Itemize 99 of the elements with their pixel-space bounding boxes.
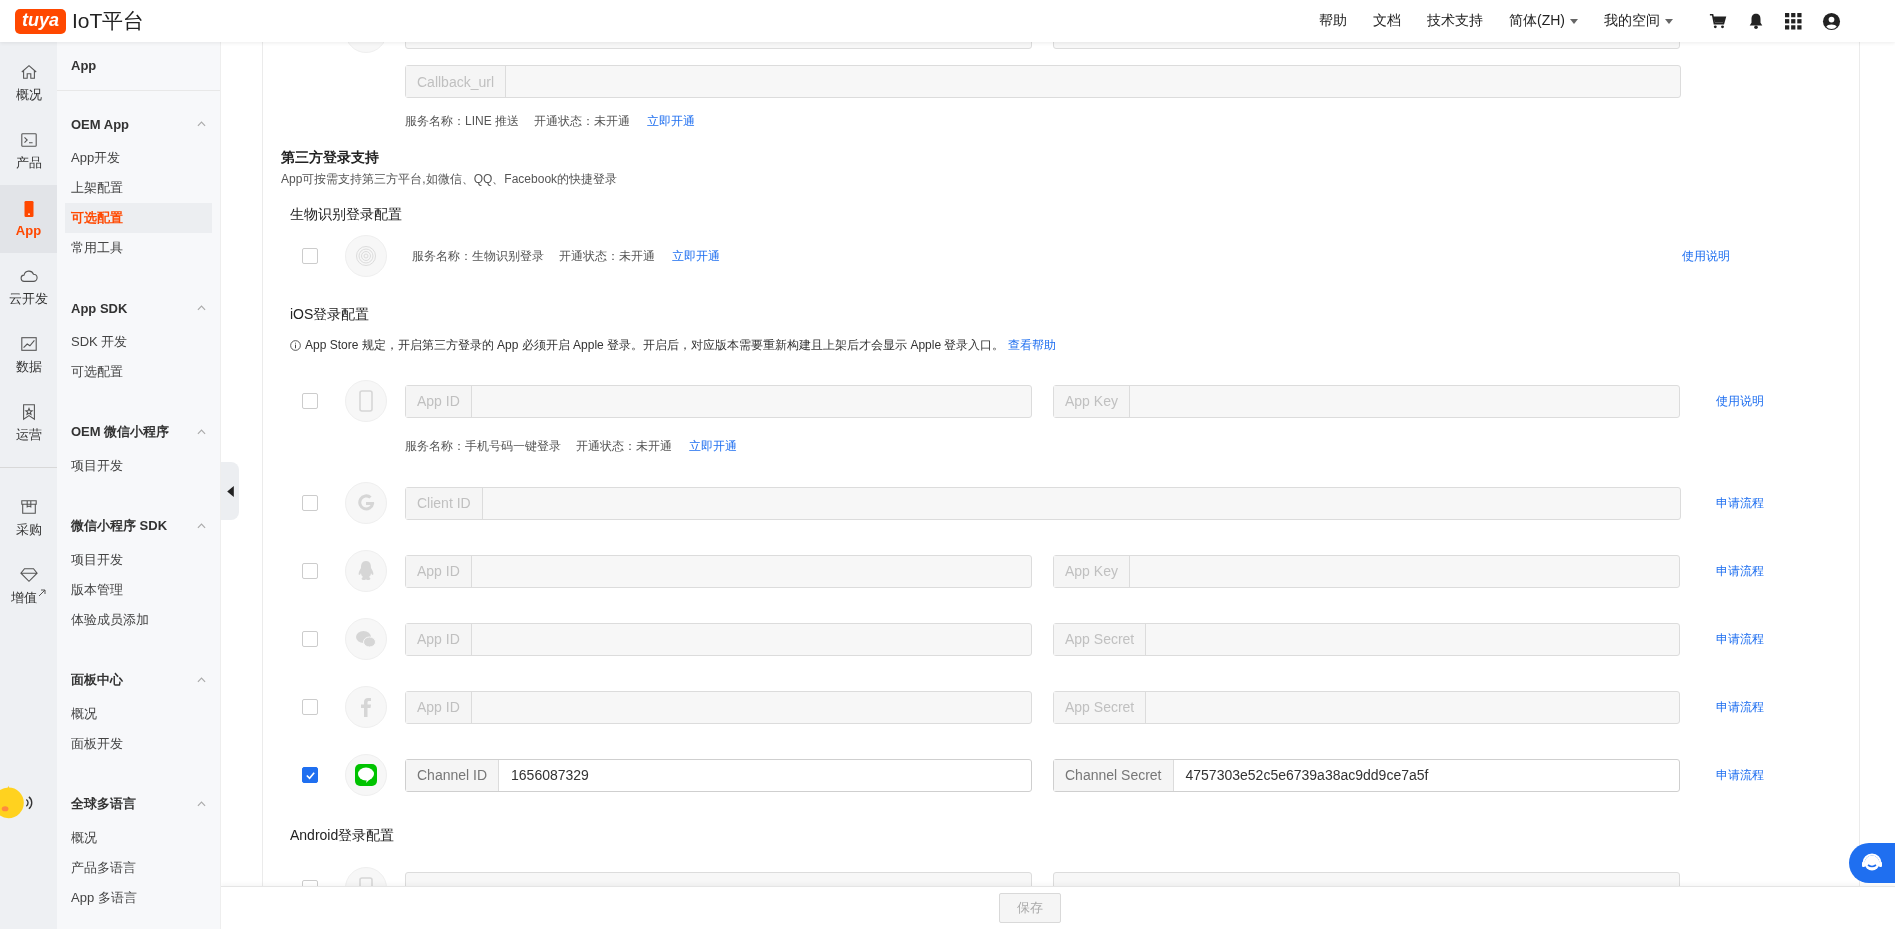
activate-link[interactable]: 立即开通 [647,112,695,130]
section-title: 第三方登录支持 [281,148,380,167]
input-field[interactable]: Channel ID 1656087329 [405,758,1032,792]
service-name: 服务名称：生物识别登录 [412,247,544,265]
notice-text: App Store 规定，开启第三方登录的 App 必须开启 Apple 登录。开启后，对应版本需要重新构建且上架后才会显示 Apple 登录入口。 [305,336,1005,354]
help-link[interactable]: 查看帮助 [1008,336,1057,354]
caret-icon [1665,18,1673,24]
chevron-icon [197,121,206,127]
home-icon [19,62,38,81]
activate-link[interactable]: 立即开通 [672,247,720,265]
chat-bubbles-icon [345,618,387,660]
menu-item[interactable]: 概况 [65,823,212,853]
menu-item[interactable]: 上架配置 [65,173,212,203]
service-name: 服务名称：LINE 推送 [405,112,519,130]
checkbox[interactable] [302,495,318,511]
chevron-icon [197,305,206,311]
input-field[interactable]: Channel Secret 4757303e52c5e6739a38ac9dd9ce7a5f [1053,758,1680,792]
menu-group-header[interactable]: 全球多语言 [57,789,220,819]
field-value: 4757303e52c5e6739a38ac9dd9ce7a5f [1185,767,1429,783]
field-value: 1656087329 [511,767,589,783]
chart-icon [19,334,38,353]
diamond-icon [19,565,38,584]
menu-title: App [57,42,220,91]
menu-item[interactable]: 常用工具 [65,233,212,263]
menu-group-header[interactable]: 面板中心 [57,665,220,695]
terminal-icon [19,130,38,149]
service-status: 开通状态：未开通 [534,112,630,130]
menu-item[interactable]: SDK 开发 [65,327,212,357]
rail-item[interactable]: 增值 [0,552,57,620]
activate-link[interactable]: 立即开通 [689,437,737,455]
service-name: 服务名称：手机号码一键登录 [405,437,561,455]
field-label: Channel ID [406,759,500,791]
menu-group-header[interactable]: OEM 微信小程序 [57,417,220,447]
menu-item[interactable]: 可选配置 [65,357,212,387]
menu-item[interactable]: App 多语言 [65,883,212,913]
rail-item[interactable]: 产品 [0,117,57,185]
caret-icon [1570,18,1578,24]
checkbox[interactable] [302,248,318,264]
apps-grid-icon[interactable] [1785,12,1802,30]
chevron-icon [197,429,206,435]
subsection-title: 生物识别登录配置 [289,205,403,224]
nav-link[interactable]: 帮助 [1319,12,1347,30]
checkbox[interactable] [302,393,318,409]
rail-item[interactable]: 数据 [0,321,57,389]
checkmark-icon [304,769,316,781]
rail-item[interactable]: 运营 [0,389,57,457]
collapse-handle[interactable] [221,462,239,520]
platform-title: IoT平台 [72,8,145,34]
service-status: 开通状态：未开通 [559,247,655,265]
line-chat-icon [345,754,387,796]
checkbox[interactable] [302,699,318,715]
menu-group-header[interactable]: 微信小程序 SDK [57,511,220,541]
rail-item[interactable]: 采购 [0,484,57,552]
support-button[interactable] [1849,843,1895,883]
menu-item[interactable]: 面板开发 [65,729,212,759]
menu-group-header[interactable]: OEM App [57,109,220,139]
process-link[interactable]: 使用说明 [1716,392,1764,410]
penguin-icon [345,550,387,592]
menu-item[interactable]: 项目开发 [65,451,212,481]
menu-item[interactable]: 体验成员添加 [65,605,212,635]
fingerprint-icon [345,235,387,277]
section-description: App可按需支持第三方平台,如微信、QQ、Facebook的快捷登录 [281,171,619,188]
checkbox[interactable] [302,767,318,783]
process-link[interactable]: 申请流程 [1716,562,1764,580]
rail-item[interactable]: 概况 [0,49,57,117]
rail-item[interactable]: 云开发 [0,253,57,321]
process-link[interactable]: 申请流程 [1716,766,1764,784]
subsection-title: iOS登录配置 [289,305,371,324]
info-icon [290,339,301,351]
menu-item[interactable]: 产品多语言 [65,853,212,883]
checkbox[interactable] [302,631,318,647]
chevron-icon [197,523,206,529]
field-label: Channel Secret [1054,759,1174,791]
phone-icon [345,380,387,422]
menu-item[interactable]: 版本管理 [65,575,212,605]
menu-item[interactable]: 项目开发 [65,545,212,575]
bell-icon[interactable] [1747,12,1765,30]
cart-icon[interactable] [1709,12,1727,30]
chevron-icon [197,801,206,807]
nav-link[interactable]: 我的空间 [1604,12,1673,30]
chevron-icon [197,677,206,683]
process-link[interactable]: 申请流程 [1716,630,1764,648]
user-icon[interactable] [1822,11,1841,31]
menu-item[interactable]: App开发 [65,143,212,173]
instructions-link[interactable]: 使用说明 [1682,247,1730,265]
nav-link[interactable]: 简体(ZH) [1509,12,1578,30]
process-link[interactable]: 申请流程 [1716,698,1764,716]
external-link-icon [38,588,46,597]
service-status: 开通状态：未开通 [576,437,672,455]
nav-link[interactable]: 文档 [1373,12,1401,30]
menu-group-header[interactable]: App SDK [57,293,220,323]
subsection-title: Android登录配置 [289,826,396,845]
google-icon [345,482,387,524]
nav-link[interactable]: 技术支持 [1427,12,1483,30]
process-link[interactable]: 申请流程 [1716,494,1764,512]
box-icon [19,497,38,516]
menu-item[interactable]: 概况 [65,699,212,729]
checkbox[interactable] [302,563,318,579]
facebook-icon [345,686,387,728]
